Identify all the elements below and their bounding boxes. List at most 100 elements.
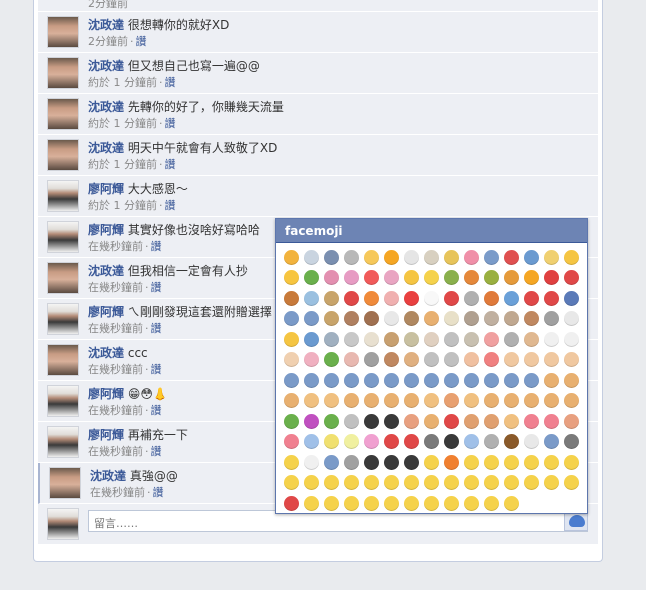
emoji-icon[interactable] [361,329,381,349]
emoji-icon[interactable] [281,247,301,267]
emoji-icon[interactable] [461,473,481,493]
emoji-icon[interactable] [461,452,481,472]
emoji-icon[interactable] [401,391,421,411]
emoji-icon[interactable] [481,473,501,493]
emoji-icon[interactable] [481,391,501,411]
emoji-icon[interactable] [321,391,341,411]
like-link[interactable]: 讚 [151,240,162,253]
emoji-icon[interactable] [501,370,521,390]
emoji-icon[interactable] [481,247,501,267]
emoji-icon[interactable] [401,309,421,329]
emoji-icon[interactable] [381,288,401,308]
like-link[interactable]: 讚 [165,117,176,130]
emoji-icon[interactable] [561,432,581,452]
emoji-icon[interactable] [501,411,521,431]
like-link[interactable]: 讚 [165,158,176,171]
emoji-icon[interactable] [381,473,401,493]
emoji-icon[interactable] [281,391,301,411]
emoji-icon[interactable] [361,350,381,370]
emoji-icon[interactable] [421,411,441,431]
emoji-icon[interactable] [501,452,521,472]
avatar[interactable] [47,426,79,458]
emoji-icon[interactable] [461,309,481,329]
emoji-icon[interactable] [541,309,561,329]
emoji-icon[interactable] [421,247,441,267]
emoji-icon[interactable] [381,391,401,411]
emoji-icon[interactable] [481,288,501,308]
emoji-icon[interactable] [301,268,321,288]
emoji-icon[interactable] [401,329,421,349]
emoji-icon[interactable] [561,268,581,288]
emoji-icon[interactable] [541,247,561,267]
emoji-icon[interactable] [401,268,421,288]
emoji-icon[interactable] [281,350,301,370]
like-link[interactable]: 讚 [165,76,176,89]
like-link[interactable]: 讚 [153,486,164,499]
emoji-icon[interactable] [381,370,401,390]
emoji-icon[interactable] [521,247,541,267]
avatar[interactable] [47,385,79,417]
emoji-icon[interactable] [441,268,461,288]
emoji-icon[interactable] [501,350,521,370]
comment-author[interactable]: 廖阿輝 [88,223,124,237]
emoji-icon[interactable] [361,411,381,431]
emoji-icon[interactable] [301,493,321,513]
emoji-icon[interactable] [301,452,321,472]
emoji-icon[interactable] [561,329,581,349]
emoji-picker-button[interactable] [564,511,588,531]
comment-author[interactable]: 廖阿輝 [88,428,124,442]
emoji-icon[interactable] [421,288,441,308]
emoji-icon[interactable] [561,350,581,370]
emoji-icon[interactable] [401,370,421,390]
emoji-icon[interactable] [321,350,341,370]
comment-author[interactable]: 沈政達 [88,59,124,73]
emoji-icon[interactable] [321,493,341,513]
comment-author[interactable]: 沈政達 [88,346,124,360]
emoji-icon[interactable] [341,370,361,390]
emoji-icon[interactable] [361,493,381,513]
avatar[interactable] [47,262,79,294]
emoji-icon[interactable] [461,432,481,452]
emoji-icon[interactable] [381,309,401,329]
emoji-icon[interactable] [481,493,501,513]
emoji-icon[interactable] [441,370,461,390]
emoji-icon[interactable] [481,452,501,472]
emoji-icon[interactable] [301,329,321,349]
emoji-icon[interactable] [361,370,381,390]
emoji-icon[interactable] [441,493,461,513]
emoji-icon[interactable] [401,493,421,513]
emoji-icon[interactable] [341,473,361,493]
emoji-icon[interactable] [541,473,561,493]
emoji-icon[interactable] [301,432,321,452]
emoji-icon[interactable] [321,432,341,452]
emoji-icon[interactable] [481,350,501,370]
emoji-icon[interactable] [441,473,461,493]
comment-author[interactable]: 廖阿輝 [88,305,124,319]
emoji-icon[interactable] [561,452,581,472]
emoji-icon[interactable] [521,309,541,329]
emoji-icon[interactable] [461,268,481,288]
emoji-icon[interactable] [521,288,541,308]
emoji-icon[interactable] [301,288,321,308]
like-link[interactable]: 讚 [151,322,162,335]
emoji-icon[interactable] [421,391,441,411]
emoji-icon[interactable] [381,411,401,431]
emoji-icon[interactable] [561,309,581,329]
emoji-icon[interactable] [461,391,481,411]
emoji-icon[interactable] [521,452,541,472]
emoji-icon[interactable] [361,268,381,288]
emoji-icon[interactable] [281,329,301,349]
emoji-icon[interactable] [441,288,461,308]
emoji-icon[interactable] [301,350,321,370]
emoji-icon[interactable] [421,350,441,370]
emoji-icon[interactable] [521,329,541,349]
emoji-icon[interactable] [441,432,461,452]
emoji-icon[interactable] [441,247,461,267]
emoji-icon[interactable] [321,268,341,288]
emoji-icon[interactable] [541,432,561,452]
emoji-icon[interactable] [421,309,441,329]
emoji-icon[interactable] [401,452,421,472]
like-link[interactable]: 讚 [151,404,162,417]
emoji-icon[interactable] [321,411,341,431]
emoji-icon[interactable] [461,329,481,349]
